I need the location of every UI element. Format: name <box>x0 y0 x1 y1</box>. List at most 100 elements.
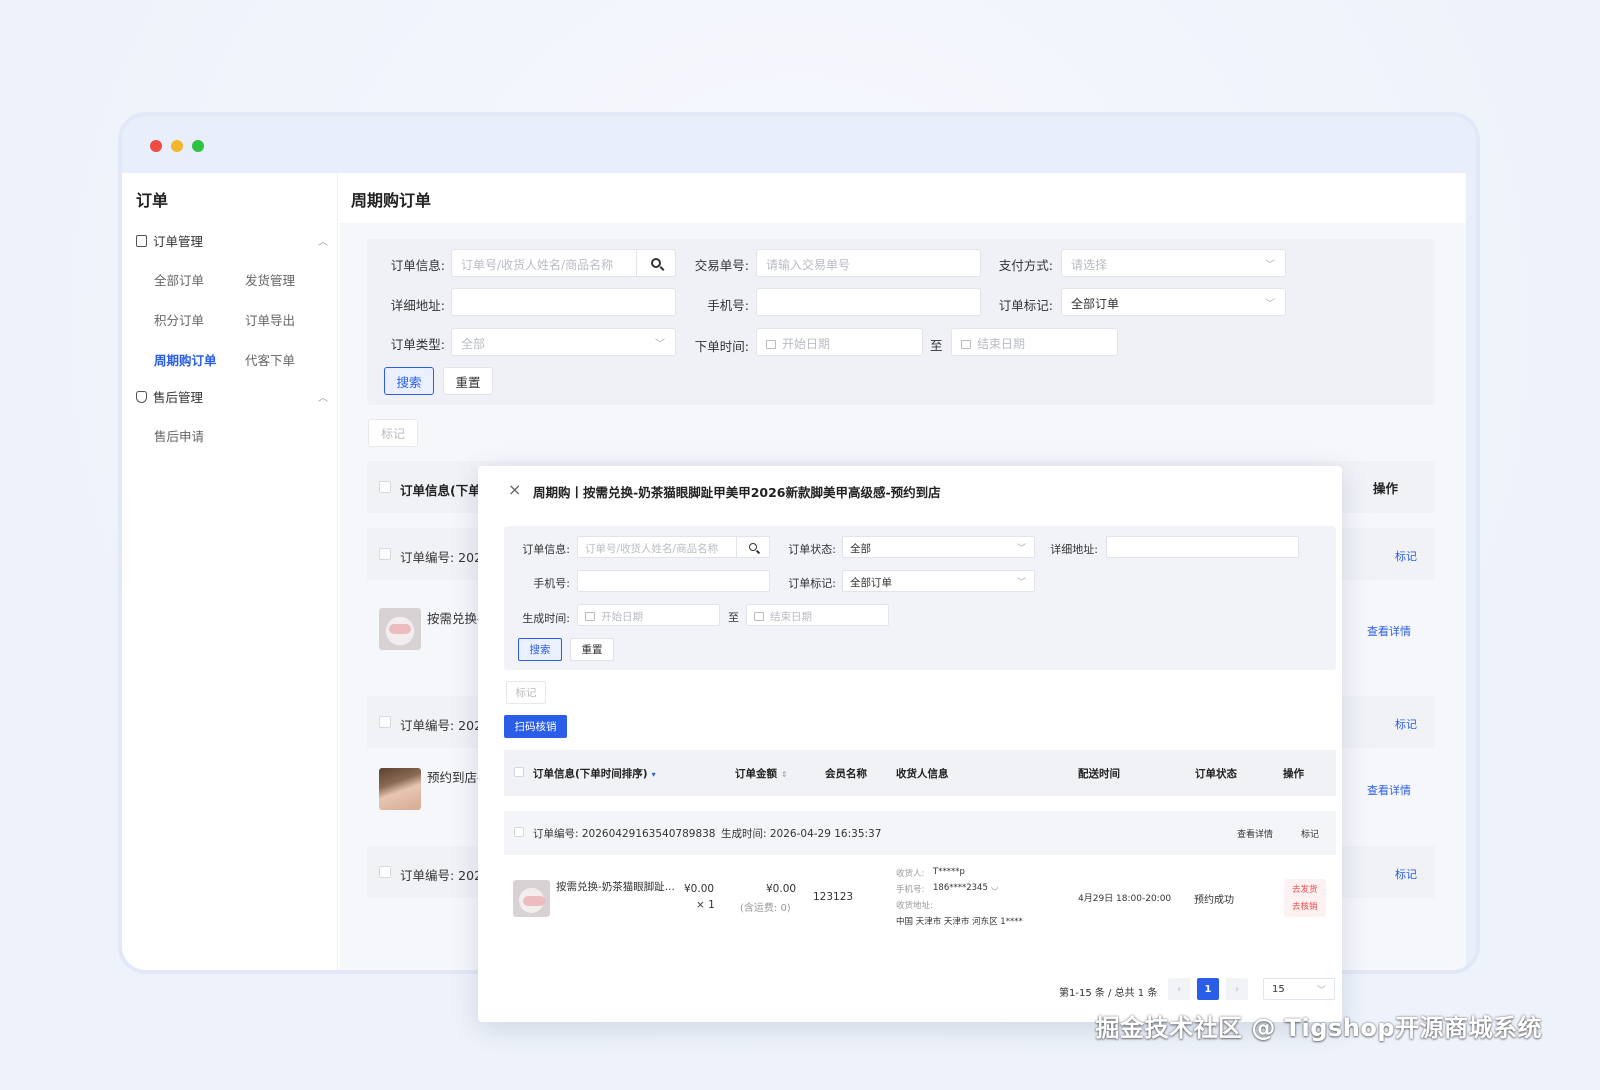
receiver-address: 中国 天津市 天津市 河东区 1**** <box>896 917 1023 927</box>
column-actions: 操作 <box>1373 481 1399 496</box>
calendar-icon <box>961 340 971 349</box>
pay-method-select[interactable]: 请选择 ﹀ <box>1061 249 1286 277</box>
sidebar-item-subscription-orders[interactable]: 周期购订单 <box>154 350 217 369</box>
trade-no-input[interactable]: 请输入交易单号 <box>756 249 981 277</box>
quantity: × 1 <box>696 899 715 911</box>
status-label: 订单状态: <box>788 543 836 556</box>
modal-reset-button[interactable]: 重置 <box>570 638 614 661</box>
phone-input[interactable] <box>577 570 770 592</box>
eye-icon[interactable]: ◡ <box>991 882 998 892</box>
modal-order-header: 订单编号: 20260429163540789838 生成时间: 2026-04… <box>504 811 1336 855</box>
close-window-button[interactable] <box>150 140 162 152</box>
mark-link[interactable]: 标记 <box>1395 866 1417 882</box>
order-mark-select[interactable]: 全部订单 ﹀ <box>1061 288 1286 316</box>
calendar-icon <box>766 340 776 349</box>
gen-start-date[interactable]: 开始日期 <box>577 604 720 626</box>
select-all-checkbox[interactable] <box>514 767 524 777</box>
modal-filter-panel: 订单信息: 订单号/收货人姓名/商品名称 订单状态: 全部 ﹀ 详细地址: 手机号… <box>504 526 1336 670</box>
receiver-phone: 186****2345 <box>933 883 988 893</box>
close-icon[interactable]: × <box>508 480 521 499</box>
sidebar-item-shipping[interactable]: 发货管理 <box>245 270 295 289</box>
product-name: 预约到店- <box>427 770 482 785</box>
view-detail-link[interactable]: 查看详情 <box>1237 827 1273 840</box>
order-info-input[interactable]: 订单号/收货人姓名/商品名称 <box>577 536 770 558</box>
row-checkbox[interactable] <box>379 548 391 560</box>
mark-link[interactable]: 标记 <box>1301 827 1319 840</box>
order-end-date[interactable]: 结束日期 <box>951 328 1118 356</box>
mark-button[interactable]: 标记 <box>368 419 418 447</box>
view-detail-link[interactable]: 查看详情 <box>1367 623 1411 639</box>
chevron-down-icon: ﹀ <box>1316 986 1326 996</box>
pager-page-1[interactable]: 1 <box>1197 978 1219 1000</box>
phone-input[interactable] <box>756 288 981 316</box>
page-title: 周期购订单 <box>339 173 1466 223</box>
row-checkbox[interactable] <box>514 827 524 837</box>
pager-prev-button[interactable]: ‹ <box>1168 978 1190 1000</box>
order-type-label: 订单类型: <box>390 337 445 352</box>
shield-icon <box>136 390 147 403</box>
modal-title: 周期购丨按需兑换-奶茶猫眼脚趾甲美甲2026新款脚美甲高级感-预约到店 <box>533 485 941 500</box>
sidebar-group-after-sales[interactable]: 售后管理 ︿ <box>136 387 328 406</box>
sort-icon[interactable]: ⇕ <box>781 770 788 779</box>
column-order-info[interactable]: 订单信息(下单时间排序) ▾ <box>533 766 656 781</box>
order-start-date[interactable]: 开始日期 <box>756 328 923 356</box>
sidebar-title: 订单 <box>136 191 169 210</box>
minimize-window-button[interactable] <box>171 140 183 152</box>
order-type-select[interactable]: 全部 ﹀ <box>451 328 676 356</box>
address-input[interactable] <box>451 288 676 316</box>
modal-search-button[interactable]: 搜索 <box>518 638 562 661</box>
order-number: 订单编号: 2026 <box>400 718 490 733</box>
member-name-link[interactable]: 123123 <box>813 891 853 903</box>
product-thumbnail <box>379 768 421 810</box>
phone-label: 手机号: <box>707 298 749 313</box>
filter-panel: 订单信息: 订单号/收货人姓名/商品名称 交易单号: 请输入交易单号 支付方式:… <box>367 239 1435 405</box>
mark-link[interactable]: 标记 <box>1395 548 1417 564</box>
address-input[interactable] <box>1106 536 1299 558</box>
product-thumbnail <box>513 880 550 917</box>
view-detail-link[interactable]: 查看详情 <box>1367 782 1411 798</box>
sidebar-item-points-orders[interactable]: 积分订单 <box>154 310 204 329</box>
product-thumbnail <box>379 608 421 650</box>
sidebar-item-order-export[interactable]: 订单导出 <box>245 310 295 329</box>
maximize-window-button[interactable] <box>192 140 204 152</box>
delivery-time: 4月29日 18:00-20:00 <box>1078 894 1172 904</box>
order-info-search-button[interactable] <box>736 536 770 558</box>
sidebar: 订单 订单管理 ︿ 全部订单 发货管理 积分订单 订单导出 周期购订单 代客下单… <box>122 173 338 970</box>
pager-summary: 第1-15 条 / 总共 1 条 <box>1059 988 1158 999</box>
order-info-label: 订单信息: <box>390 258 445 273</box>
pager-next-button[interactable]: › <box>1226 978 1248 1000</box>
order-info-search-button[interactable] <box>636 249 676 277</box>
sidebar-item-all-orders[interactable]: 全部订单 <box>154 270 204 289</box>
sidebar-item-after-sales-apply[interactable]: 售后申请 <box>154 426 204 445</box>
reset-button[interactable]: 重置 <box>443 367 493 395</box>
modal-mark-button[interactable]: 标记 <box>506 681 546 704</box>
ship-action-link[interactable]: 去发货 <box>1292 883 1318 895</box>
column-amount[interactable]: 订单金额 ⇕ <box>735 766 788 781</box>
verify-action-link[interactable]: 去核销 <box>1292 900 1318 912</box>
sidebar-item-proxy-order[interactable]: 代客下单 <box>245 350 295 369</box>
page-size-select[interactable]: 15 ﹀ <box>1263 978 1335 1000</box>
chevron-down-icon: ﹀ <box>1016 578 1026 588</box>
status-select[interactable]: 全部 ﹀ <box>842 536 1035 558</box>
search-button[interactable]: 搜索 <box>384 367 434 395</box>
select-all-checkbox[interactable] <box>379 481 391 493</box>
mark-select[interactable]: 全部订单 ﹀ <box>842 570 1035 592</box>
gen-end-date[interactable]: 结束日期 <box>746 604 889 626</box>
scan-verify-button[interactable]: 扫码核销 <box>504 715 567 738</box>
sort-icon[interactable]: ▾ <box>652 770 656 779</box>
order-number: 订单编号: 2026 <box>400 868 490 883</box>
order-number: 订单编号: 2026 <box>400 550 490 565</box>
order-info-input[interactable]: 订单号/收货人姓名/商品名称 <box>451 249 676 277</box>
pay-method-label: 支付方式: <box>998 258 1053 273</box>
modal-table-header: 订单信息(下单时间排序) ▾ 订单金额 ⇕ 会员名称 收货人信息 配送时间 订单状态… <box>504 750 1336 796</box>
phone-label: 手机号: <box>896 885 925 895</box>
chevron-up-icon: ︿ <box>318 237 328 248</box>
column-receiver: 收货人信息 <box>896 768 949 780</box>
row-checkbox[interactable] <box>379 716 391 728</box>
address-label: 收货地址: <box>896 901 933 911</box>
chevron-up-icon: ︿ <box>318 393 328 404</box>
date-range-separator: 至 <box>930 338 943 353</box>
sidebar-group-order-management[interactable]: 订单管理 ︿ <box>136 231 328 250</box>
mark-link[interactable]: 标记 <box>1395 716 1417 732</box>
row-checkbox[interactable] <box>379 866 391 878</box>
